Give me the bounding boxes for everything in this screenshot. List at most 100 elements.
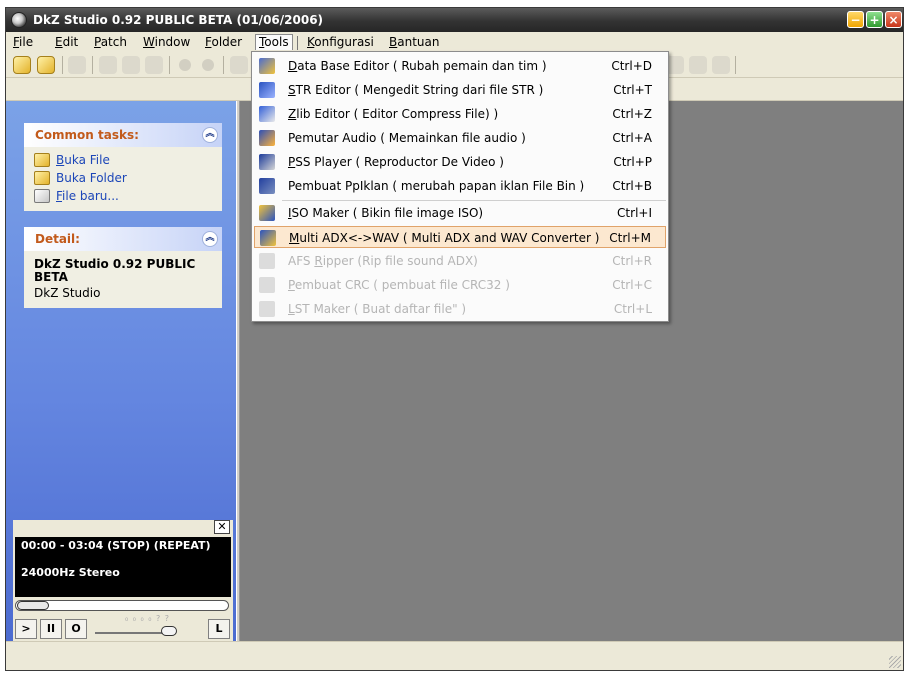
menu-patch[interactable]: Patch: [94, 35, 127, 49]
menu-item-shortcut: Ctrl+T: [613, 83, 652, 97]
menu-item-label: Pemutar Audio ( Memainkan file audio ): [288, 131, 526, 145]
menu-item-billboard-maker[interactable]: Pembuat PpIklan ( merubah papan iklan Fi…: [254, 175, 666, 197]
task-buka-file-accel: B: [56, 153, 65, 167]
billboard-maker-icon: [259, 178, 275, 194]
audio-player-icon: [259, 130, 275, 146]
task-buka-folder[interactable]: Buka Folder: [34, 169, 212, 187]
player-close-icon[interactable]: ✕: [214, 520, 230, 534]
menu-window-label: indow: [154, 35, 191, 49]
menu-item-shortcut: Ctrl+B: [612, 179, 652, 193]
menu-file[interactable]: File: [13, 35, 33, 49]
common-tasks-header[interactable]: Common tasks: ︽: [24, 123, 222, 147]
open-folder-toolbar-button[interactable]: [37, 56, 55, 74]
menu-item-text: lib Editor ( Editor Compress File) ): [296, 107, 499, 121]
volume-thumb[interactable]: [161, 626, 177, 636]
volume-scale: ₀ ₀ ₀ ₀ ? ?: [125, 614, 171, 623]
menu-item-label: LST Maker ( Buat daftar file" ): [288, 302, 466, 316]
audio-player: ✕ 00:00 - 03:04 (STOP) (REPEAT) 24000Hz …: [13, 520, 233, 644]
menu-tools[interactable]: Tools: [255, 34, 293, 50]
maximize-button[interactable]: +: [866, 11, 883, 28]
menu-item-label: ISO Maker ( Bikin file image ISO): [288, 206, 483, 220]
title-bar[interactable]: DkZ Studio 0.92 PUBLIC BETA (01/06/2006)…: [6, 8, 903, 32]
menu-item-accel: P: [288, 278, 295, 292]
task-file-baru[interactable]: File baru...: [34, 187, 212, 205]
task-buka-file-text: uka File: [64, 153, 110, 167]
menu-window[interactable]: Window: [143, 35, 190, 49]
forward-toolbar-button[interactable]: [199, 56, 217, 74]
menu-item-label: PSS Player ( Reproductor De Video ): [288, 155, 504, 169]
iso-maker-icon: [259, 205, 275, 221]
toolbar-separator: [92, 56, 93, 74]
menu-item-accel: R: [314, 254, 323, 268]
menu-item-shortcut: Ctrl+M: [609, 231, 651, 245]
menu-item-text: SO Maker ( Bikin file image ISO): [291, 206, 484, 220]
common-tasks-body: Buka File Buka Folder File baru...: [24, 147, 222, 211]
folder-open-icon: [34, 153, 50, 167]
close-button[interactable]: ×: [885, 11, 902, 28]
menu-patch-accel: P: [94, 35, 101, 49]
menu-separator: [282, 200, 666, 201]
menu-item-database-editor[interactable]: Data Base Editor ( Rubah pemain dan tim …: [254, 55, 666, 77]
loop-button[interactable]: L: [208, 619, 230, 639]
disabled-toolbar-button[interactable]: [145, 56, 163, 74]
disabled-toolbar-button[interactable]: [712, 56, 730, 74]
afs-ripper-icon: [259, 253, 275, 269]
disabled-toolbar-button[interactable]: [230, 56, 248, 74]
menu-konfigurasi-label: onfigurasi: [314, 35, 374, 49]
disabled-toolbar-button[interactable]: [689, 56, 707, 74]
menu-item-iso-maker[interactable]: ISO Maker ( Bikin file image ISO) Ctrl+I: [254, 202, 666, 224]
menu-item-afs-ripper[interactable]: AFS Ripper (Rip file sound ADX) Ctrl+R: [254, 250, 666, 272]
crc-maker-icon: [259, 277, 275, 293]
seek-thumb[interactable]: [17, 601, 49, 610]
toolbar-separator: [62, 56, 63, 74]
menu-bantuan-accel: B: [389, 35, 398, 49]
detail-panel: Detail: ︽ DkZ Studio 0.92 PUBLIC BETA Dk…: [24, 227, 222, 308]
seek-slider[interactable]: [15, 600, 229, 611]
folder-icon: [34, 171, 50, 185]
adx-wav-converter-icon: [260, 230, 276, 246]
menu-edit-accel: E: [55, 35, 63, 49]
play-button[interactable]: >: [15, 619, 37, 639]
open-file-toolbar-button[interactable]: [13, 56, 31, 74]
menu-bantuan[interactable]: Bantuan: [389, 35, 439, 49]
new-file-icon: [34, 189, 50, 203]
menu-separator: [297, 36, 298, 50]
task-buka-file[interactable]: Buka File: [34, 151, 212, 169]
disabled-toolbar-button[interactable]: [122, 56, 140, 74]
menu-item-shortcut: Ctrl+D: [611, 59, 652, 73]
menu-item-prefix: AFS: [288, 254, 315, 268]
detail-app-sub: DkZ Studio: [34, 286, 101, 300]
pause-button[interactable]: II: [40, 619, 62, 639]
resize-grip-icon[interactable]: [889, 656, 901, 668]
menu-item-shortcut: Ctrl+C: [612, 278, 652, 292]
menu-item-shortcut: Ctrl+P: [613, 155, 652, 169]
menu-item-adx-wav-converter[interactable]: Multi ADX<->WAV ( Multi ADX and WAV Conv…: [254, 226, 666, 248]
menu-item-zlib-editor[interactable]: Zlib Editor ( Editor Compress File) ) Ct…: [254, 103, 666, 125]
collapse-icon[interactable]: ︽: [202, 231, 218, 247]
menu-bantuan-label: antuan: [397, 35, 440, 49]
menu-item-pss-player[interactable]: PSS Player ( Reproductor De Video ) Ctrl…: [254, 151, 666, 173]
minimize-button[interactable]: −: [847, 11, 864, 28]
task-file-baru-label: File baru...: [56, 189, 119, 203]
menu-item-str-editor[interactable]: STR Editor ( Mengedit String dari file S…: [254, 79, 666, 101]
common-tasks-title: Common tasks:: [35, 128, 139, 142]
menu-item-crc-maker[interactable]: Pembuat CRC ( pembuat file CRC32 ) Ctrl+…: [254, 274, 666, 296]
menu-item-lst-maker[interactable]: LST Maker ( Buat daftar file" ) Ctrl+L: [254, 298, 666, 320]
stop-button[interactable]: O: [65, 619, 87, 639]
task-file-baru-text: ile baru...: [62, 189, 119, 203]
menu-item-accel: D: [288, 59, 298, 73]
disabled-toolbar-button[interactable]: [99, 56, 117, 74]
menu-item-shortcut: Ctrl+Z: [612, 107, 652, 121]
menu-konfigurasi[interactable]: Konfigurasi: [307, 35, 374, 49]
menu-item-accel: L: [288, 302, 295, 316]
detail-header[interactable]: Detail: ︽: [24, 227, 222, 251]
collapse-icon[interactable]: ︽: [202, 127, 218, 143]
disabled-toolbar-button[interactable]: [68, 56, 86, 74]
menu-item-text: ata Base Editor ( Rubah pemain dan tim ): [297, 59, 547, 73]
menu-edit[interactable]: Edit: [55, 35, 78, 49]
back-toolbar-button[interactable]: [176, 56, 194, 74]
menu-folder[interactable]: Folder: [205, 35, 242, 49]
menu-item-audio-player[interactable]: Pemutar Audio ( Memainkan file audio ) C…: [254, 127, 666, 149]
menu-item-text: ulti ADX<->WAV ( Multi ADX and WAV Conve…: [299, 231, 600, 245]
toolbar-separator: [223, 56, 224, 74]
